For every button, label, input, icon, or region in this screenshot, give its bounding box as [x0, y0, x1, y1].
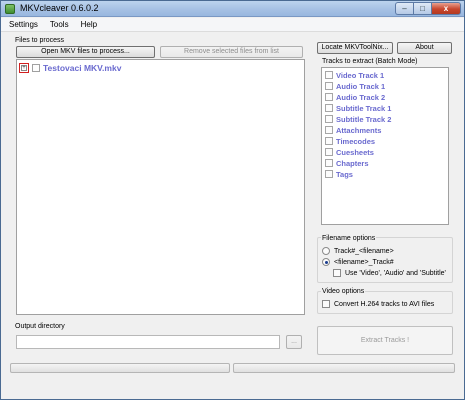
output-directory-label: Output directory [15, 323, 65, 330]
about-button[interactable]: About [397, 42, 452, 54]
locate-mkvtoolnix-button[interactable]: Locate MKVToolNix... [317, 42, 393, 54]
use-names-option[interactable]: Use 'Video', 'Audio' and 'Subtitle' [333, 269, 446, 277]
radio-button[interactable] [322, 258, 330, 266]
track-audio-1[interactable]: Audio Track 1 [325, 81, 385, 91]
track-checkbox[interactable] [325, 148, 333, 156]
file-checkbox[interactable] [32, 64, 40, 72]
checkbox-label: Convert H.264 tracks to AVI files [334, 300, 435, 308]
minimize-button[interactable]: – [395, 2, 413, 15]
close-button[interactable]: x [431, 2, 461, 15]
tracks-group-label: Tracks to extract (Batch Mode) [322, 58, 418, 65]
track-label: Subtitle Track 2 [336, 114, 392, 124]
file-label: Testovaci MKV.mkv [43, 63, 122, 73]
track-label: Subtitle Track 1 [336, 103, 392, 113]
window-title: MKVcleaver 0.6.0.2 [20, 3, 99, 13]
checkbox-label: Use 'Video', 'Audio' and 'Subtitle' [345, 269, 446, 277]
track-checkbox[interactable] [325, 170, 333, 178]
filename-options-label: Filename options [321, 235, 377, 242]
checkbox[interactable] [322, 300, 330, 308]
tree-item[interactable]: + Testovaci MKV.mkv [19, 62, 121, 74]
plus-icon: + [21, 65, 27, 71]
track-subtitle-2[interactable]: Subtitle Track 2 [325, 114, 391, 124]
progress-bar-right [233, 363, 455, 373]
track-cuesheets[interactable]: Cuesheets [325, 147, 374, 157]
track-checkbox[interactable] [325, 104, 333, 112]
track-checkbox[interactable] [325, 93, 333, 101]
menu-settings[interactable]: Settings [1, 18, 43, 31]
track-subtitle-1[interactable]: Subtitle Track 1 [325, 103, 391, 113]
browse-button[interactable]: ... [286, 335, 302, 349]
progress-bar-left [10, 363, 230, 373]
convert-h264-option[interactable]: Convert H.264 tracks to AVI files [322, 300, 434, 308]
files-group-label: Files to process [15, 37, 65, 44]
track-label: Audio Track 2 [336, 92, 386, 102]
track-tags[interactable]: Tags [325, 169, 353, 179]
track-checkbox[interactable] [325, 126, 333, 134]
track-video-1[interactable]: Video Track 1 [325, 70, 384, 80]
window-controls: – □ x [395, 2, 461, 15]
maximize-button[interactable]: □ [413, 2, 431, 15]
checkbox[interactable] [333, 269, 341, 277]
radio-button[interactable] [322, 247, 330, 255]
track-label: Cuesheets [336, 147, 374, 157]
filename-option-1[interactable]: Track#_<filename> [322, 247, 394, 255]
track-checkbox[interactable] [325, 137, 333, 145]
track-chapters[interactable]: Chapters [325, 158, 369, 168]
track-attachments[interactable]: Attachments [325, 125, 381, 135]
track-checkbox[interactable] [325, 82, 333, 90]
menu-help[interactable]: Help [74, 18, 102, 31]
expand-toggle[interactable]: + [19, 63, 29, 73]
track-checkbox[interactable] [325, 115, 333, 123]
main-window: MKVcleaver 0.6.0.2 – □ x Settings Tools … [0, 0, 465, 400]
title-bar: MKVcleaver 0.6.0.2 – □ x [1, 1, 464, 17]
radio-label: Track#_<filename> [334, 247, 394, 255]
track-checkbox[interactable] [325, 159, 333, 167]
track-label: Attachments [336, 125, 382, 135]
remove-files-button[interactable]: Remove selected files from list [160, 46, 303, 58]
radio-label: <filename>_Track# [334, 258, 394, 266]
video-options-label: Video options [321, 288, 366, 295]
track-label: Timecodes [336, 136, 376, 146]
track-label: Video Track 1 [336, 70, 385, 80]
open-files-button[interactable]: Open MKV files to process... [16, 46, 155, 58]
menu-tools[interactable]: Tools [43, 18, 74, 31]
extract-tracks-button[interactable]: Extract Tracks ! [317, 326, 453, 355]
track-label: Audio Track 1 [336, 81, 386, 91]
files-tree[interactable] [16, 59, 305, 315]
track-checkbox[interactable] [325, 71, 333, 79]
track-timecodes[interactable]: Timecodes [325, 136, 375, 146]
app-icon [5, 4, 15, 14]
track-audio-2[interactable]: Audio Track 2 [325, 92, 385, 102]
track-label: Tags [336, 169, 353, 179]
output-directory-input[interactable] [16, 335, 280, 349]
track-label: Chapters [336, 158, 369, 168]
menu-bar: Settings Tools Help [1, 18, 464, 32]
filename-option-2[interactable]: <filename>_Track# [322, 258, 394, 266]
